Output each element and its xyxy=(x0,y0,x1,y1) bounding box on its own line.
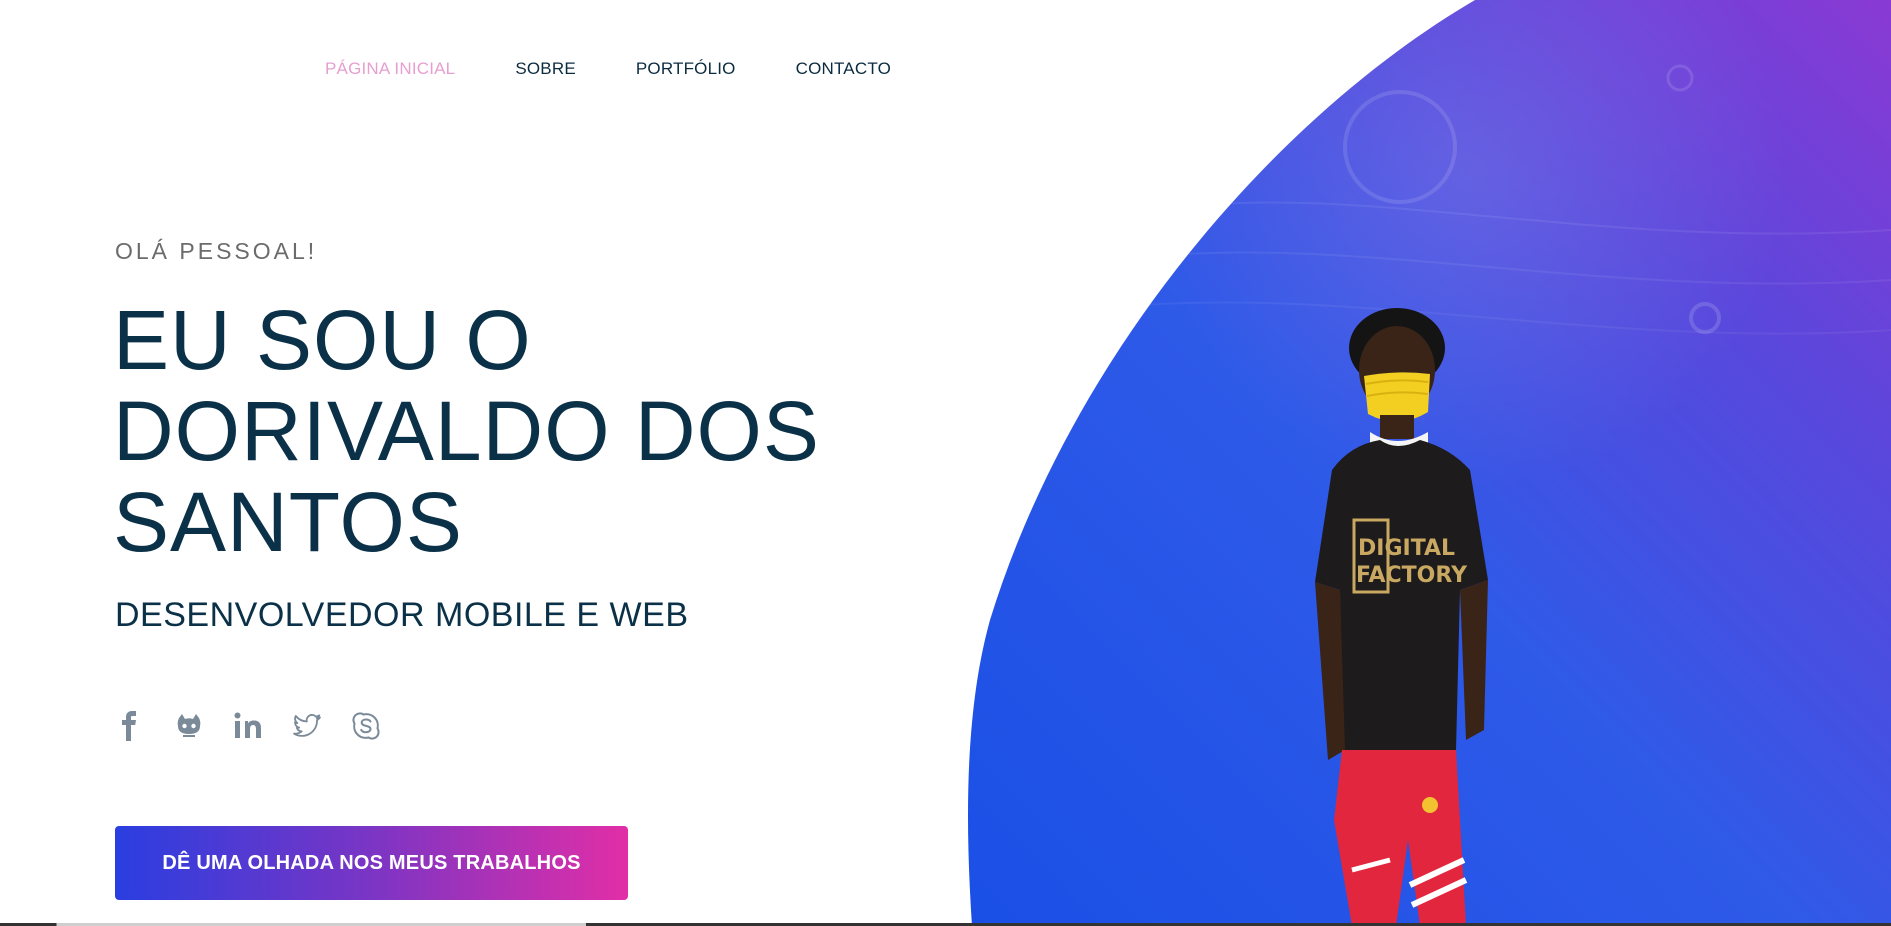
main-nav: PÁGINA INICIAL SOBRE PORTFÓLIO CONTACTO xyxy=(325,58,951,80)
hero-headline: EU SOU O DORIVALDO DOS SANTOS xyxy=(113,295,873,568)
profile-photo: DIGITAL FACTORY xyxy=(1315,308,1488,926)
hero-greeting: OLÁ PESSOAL! xyxy=(115,238,318,264)
shirt-text-1: DIGITAL xyxy=(1358,536,1455,561)
headline-line-1: EU SOU O xyxy=(113,293,532,387)
view-work-button[interactable]: DÊ UMA OLHADA NOS MEUS TRABALHOS xyxy=(115,826,628,900)
headline-line-2: DORIVALDO DOS xyxy=(113,384,820,478)
github-icon[interactable] xyxy=(173,710,205,742)
page: PÁGINA INICIAL SOBRE PORTFÓLIO CONTACTO … xyxy=(0,0,1891,926)
social-links xyxy=(114,710,382,742)
skype-icon[interactable] xyxy=(350,710,382,742)
twitter-icon[interactable] xyxy=(291,710,323,742)
nav-item-portfolio[interactable]: PORTFÓLIO xyxy=(636,58,736,80)
hero-subtitle: DESENVOLVEDOR MOBILE E WEB xyxy=(115,596,689,634)
nav-item-contact[interactable]: CONTACTO xyxy=(796,58,891,80)
facebook-icon[interactable] xyxy=(114,710,146,742)
headline-line-3: SANTOS xyxy=(113,475,463,569)
nav-item-home[interactable]: PÁGINA INICIAL xyxy=(325,58,455,80)
linkedin-icon[interactable] xyxy=(232,710,264,742)
nav-item-about[interactable]: SOBRE xyxy=(515,58,576,80)
shirt-text-2: FACTORY xyxy=(1356,563,1468,588)
